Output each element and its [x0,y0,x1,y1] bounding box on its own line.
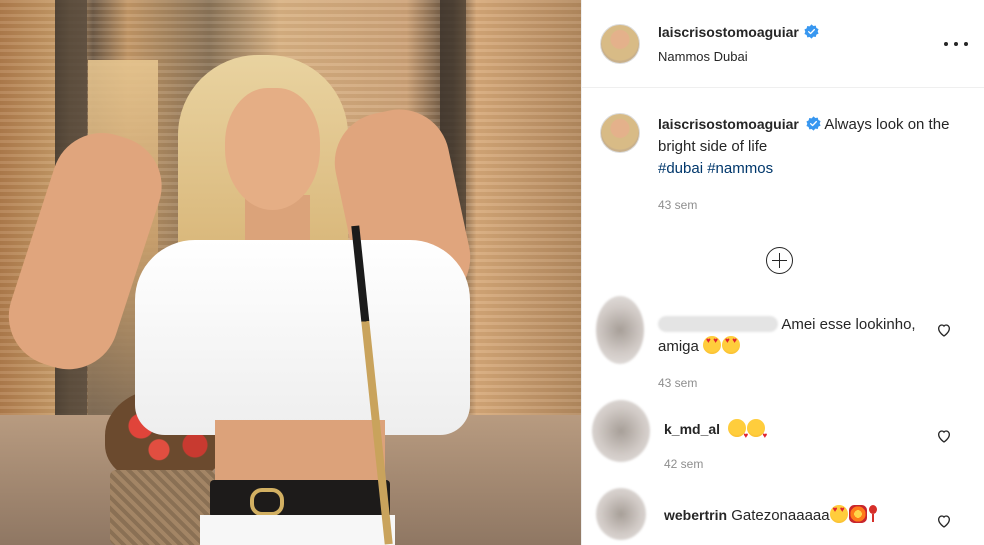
post-location-link[interactable]: Nammos Dubai [658,49,819,64]
caption-username[interactable]: laiscrisostomoaguiar [658,116,799,132]
belt-buckle [250,488,284,516]
comment-body: k_md_al 42 sem [664,400,939,475]
author-username: laiscrisostomoaguiar [658,23,799,40]
comment-username[interactable]: k_md_al [664,421,720,437]
collision-emoji-icon [848,505,867,523]
verified-badge-icon [804,24,819,39]
comment-item: webertrin Gatezonaaaaa [592,488,939,540]
post-header: laiscrisostomoaguiar Nammos Dubai [582,0,984,88]
author-username-link[interactable]: laiscrisostomoaguiar [658,24,819,40]
face-blowing-kiss-emoji-icon [747,419,767,447]
like-heart-icon[interactable] [936,513,952,529]
face-blowing-kiss-emoji-icon [728,419,748,447]
white-crop-top [135,240,470,435]
instagram-post: laiscrisostomoaguiar Nammos Dubai laiscr… [0,0,984,545]
heart-exclamation-emoji-icon [868,505,878,523]
heart-eyes-emoji-icon [722,336,741,354]
post-caption: laiscrisostomoaguiar Always look on the … [600,113,958,216]
comment-text: Gatezonaaaaa [731,507,830,524]
comment-username[interactable]: webertrin [664,507,727,523]
author-avatar[interactable] [600,23,640,64]
hashtag-link[interactable]: #dubai [658,160,703,177]
hashtag-link[interactable]: #nammos [707,160,773,177]
post-side-panel: laiscrisostomoaguiar Nammos Dubai laiscr… [581,0,984,545]
white-pants [200,515,395,545]
caption-timestamp[interactable]: 43 sem [658,194,958,216]
comment-item: k_md_al 42 sem [592,400,939,475]
like-heart-icon[interactable] [936,428,952,444]
load-more-comments-button[interactable] [766,247,793,274]
commenter-avatar[interactable] [592,400,650,462]
author-avatar[interactable] [600,113,640,153]
commenter-avatar[interactable] [596,296,644,364]
comment-item: Amei esse lookinho, amiga 43 sem [592,296,933,394]
more-options-icon[interactable] [944,36,968,52]
post-photo[interactable] [0,0,581,545]
author-info: laiscrisostomoaguiar Nammos Dubai [658,24,819,64]
caption-body: laiscrisostomoaguiar Always look on the … [658,113,958,216]
heart-eyes-emoji-icon [703,336,722,354]
redacted-username [658,316,778,332]
black-belt [210,480,390,518]
commenter-avatar[interactable] [596,488,646,540]
comment-body: Amei esse lookinho, amiga 43 sem [658,296,933,394]
comment-timestamp[interactable]: 42 sem [664,453,939,475]
comment-body: webertrin Gatezonaaaaa [664,488,939,540]
like-heart-icon[interactable] [936,322,952,338]
verified-badge-icon [806,116,821,131]
heart-eyes-emoji-icon [829,505,848,523]
person-face [225,88,320,210]
comment-timestamp[interactable]: 43 sem [658,372,933,394]
